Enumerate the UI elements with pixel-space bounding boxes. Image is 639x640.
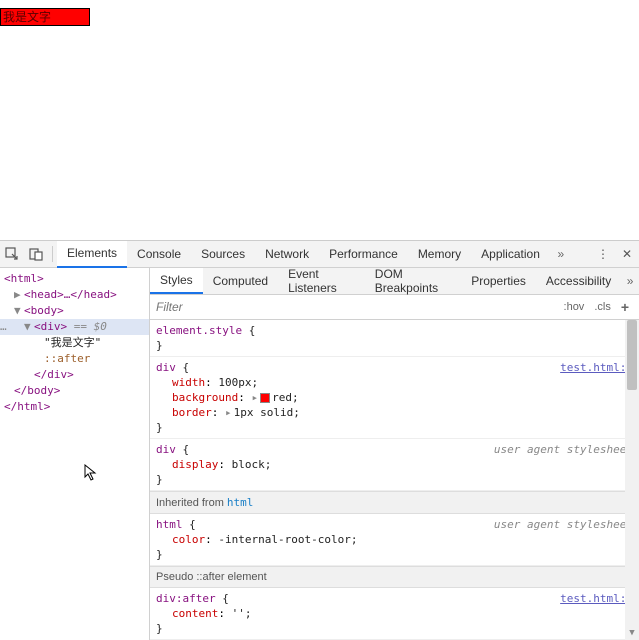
expand-arrow-icon[interactable]: ▸ xyxy=(251,391,258,404)
pseudo-header: Pseudo ::after element xyxy=(150,566,639,588)
source-link[interactable]: test.html:3 xyxy=(560,360,633,375)
rule-div-after[interactable]: test.html:8 div:after { content: ''; } xyxy=(150,588,639,640)
scrollbar-thumb[interactable] xyxy=(627,320,637,390)
red-div: 我是文字 xyxy=(0,8,90,26)
tab-performance[interactable]: Performance xyxy=(319,241,408,268)
color-swatch-icon[interactable] xyxy=(260,393,270,403)
rule-div[interactable]: test.html:3 div { width: 100px; backgrou… xyxy=(150,357,639,439)
tree-row[interactable]: "我是文字" xyxy=(0,335,149,351)
overflow-dots: … xyxy=(0,320,7,334)
tree-row[interactable]: </div> xyxy=(0,367,149,383)
filter-input[interactable] xyxy=(150,300,560,314)
toolbar-right: ⋮ ✕ xyxy=(591,242,639,266)
devtools-toolbar: Elements Console Sources Network Perform… xyxy=(0,241,639,268)
rendered-page: 我是文字 xyxy=(0,0,639,240)
new-rule-icon[interactable]: + xyxy=(617,297,633,317)
subtab-event-listeners[interactable]: Event Listeners xyxy=(278,268,365,294)
tree-row[interactable]: </html> xyxy=(0,399,149,415)
rule-element-style[interactable]: element.style { } xyxy=(150,320,639,357)
device-toggle-icon[interactable] xyxy=(24,242,48,266)
subtab-accessibility[interactable]: Accessibility xyxy=(536,268,621,294)
tab-elements[interactable]: Elements xyxy=(57,241,127,268)
expand-arrow-icon[interactable]: ▸ xyxy=(225,406,232,419)
tab-memory[interactable]: Memory xyxy=(408,241,471,268)
main-tabs: Elements Console Sources Network Perform… xyxy=(57,241,591,268)
tree-row[interactable]: </body> xyxy=(0,383,149,399)
inspect-icon[interactable] xyxy=(0,242,24,266)
source-ua: user agent stylesheet xyxy=(494,517,633,532)
devtools-panel: Elements Console Sources Network Perform… xyxy=(0,240,639,640)
elements-tree[interactable]: <html> ▶<head>…</head> ▼<body> …▼<div> =… xyxy=(0,268,150,640)
subtab-dom-breakpoints[interactable]: DOM Breakpoints xyxy=(365,268,461,294)
tree-row[interactable]: <html> xyxy=(0,271,149,287)
tree-row[interactable]: ▼<body> xyxy=(0,303,149,319)
rule-div-ua[interactable]: user agent stylesheet div { display: blo… xyxy=(150,439,639,491)
tree-row-selected[interactable]: …▼<div> == $0 xyxy=(0,319,149,335)
subtabs-more-icon[interactable]: » xyxy=(621,268,639,294)
filter-controls: :hov .cls + xyxy=(560,297,639,317)
inherited-header: Inherited from html xyxy=(150,491,639,514)
expand-icon[interactable]: ▼ xyxy=(14,304,22,318)
rule-html-ua[interactable]: user agent stylesheet html { color: -int… xyxy=(150,514,639,566)
source-ua: user agent stylesheet xyxy=(494,442,633,457)
styles-subtabs: Styles Computed Event Listeners DOM Brea… xyxy=(150,268,639,295)
tab-network[interactable]: Network xyxy=(255,241,319,268)
separator xyxy=(52,246,53,262)
tab-sources[interactable]: Sources xyxy=(191,241,255,268)
close-icon[interactable]: ✕ xyxy=(615,242,639,266)
subtab-styles[interactable]: Styles xyxy=(150,268,203,294)
expand-icon[interactable]: ▼ xyxy=(24,320,32,334)
styles-panel: Styles Computed Event Listeners DOM Brea… xyxy=(150,268,639,640)
cls-toggle[interactable]: .cls xyxy=(590,299,615,315)
source-link[interactable]: test.html:8 xyxy=(560,591,633,606)
scrollbar[interactable]: ▲ ▼ xyxy=(625,320,639,640)
collapse-icon[interactable]: ▶ xyxy=(14,288,22,302)
tree-row[interactable]: ▶<head>…</head> xyxy=(0,287,149,303)
tab-application[interactable]: Application xyxy=(471,241,550,268)
kebab-menu-icon[interactable]: ⋮ xyxy=(591,242,615,266)
styles-body: element.style { } test.html:3 div { widt… xyxy=(150,320,639,640)
devtools-body: <html> ▶<head>…</head> ▼<body> …▼<div> =… xyxy=(0,268,639,640)
tab-console[interactable]: Console xyxy=(127,241,191,268)
filter-bar: :hov .cls + xyxy=(150,295,639,320)
subtab-properties[interactable]: Properties xyxy=(461,268,536,294)
subtab-computed[interactable]: Computed xyxy=(203,268,278,294)
tabs-more-icon[interactable]: » xyxy=(550,241,572,268)
tree-row[interactable]: ::after xyxy=(0,351,149,367)
scroll-down-icon[interactable]: ▼ xyxy=(625,626,639,640)
hov-toggle[interactable]: :hov xyxy=(560,299,589,315)
